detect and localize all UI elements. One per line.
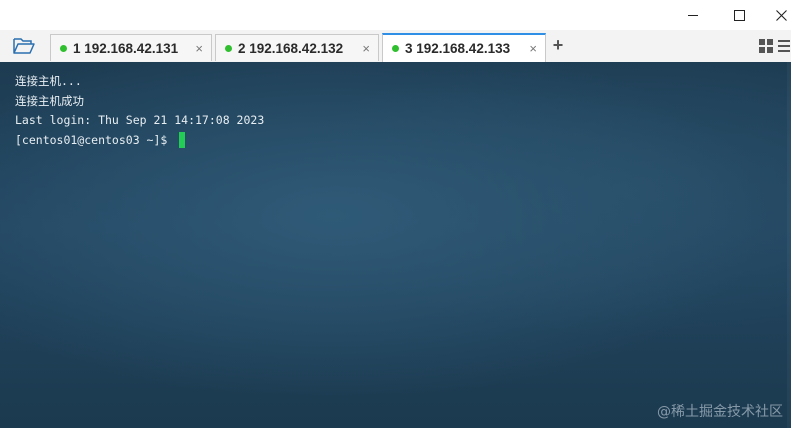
terminal-prompt: [centos01@centos03 ~]$ [15,132,175,147]
close-window-button[interactable] [758,0,791,30]
tab-close-icon[interactable]: × [195,41,203,56]
terminal-pane[interactable]: 连接主机... 连接主机成功 Last login: Thu Sep 21 14… [0,62,791,428]
list-layout-button[interactable] [778,39,790,53]
tab-close-icon[interactable]: × [362,41,370,56]
tab-session-1[interactable]: 1 192.168.42.131 × [50,34,212,61]
list-layout-icon [778,40,790,52]
terminal-line: 连接主机成功 [15,93,84,108]
title-bar [0,0,791,30]
terminal-scrollbar[interactable] [787,62,791,428]
tab-bar: 1 192.168.42.131 × 2 192.168.42.132 × 3 … [0,30,791,62]
minimize-icon [688,14,698,16]
terminal-output: 连接主机... 连接主机成功 Last login: Thu Sep 21 14… [15,72,264,150]
status-dot-icon [225,44,232,52]
watermark: @稀土掘金技术社区 [657,404,783,420]
minimize-button[interactable] [670,0,716,30]
terminal-cursor [179,132,186,149]
tab-close-icon[interactable]: × [529,41,537,56]
maximize-icon [733,9,745,21]
open-session-button[interactable] [12,36,36,56]
tab-label: 2 192.168.42.132 [238,40,344,56]
tab-session-3[interactable]: 3 192.168.42.133 × [382,33,546,62]
terminal-line: 连接主机... [15,74,82,88]
folder-open-icon [13,38,35,54]
maximize-button[interactable] [716,0,762,30]
new-tab-button[interactable]: + [550,36,566,54]
terminal-prompt-line: [centos01@centos03 ~]$ [15,131,264,151]
grid-layout-icon [759,39,773,53]
close-icon [775,9,787,21]
terminal-line: Last login: Thu Sep 21 14:17:08 2023 [15,113,265,127]
tab-session-2[interactable]: 2 192.168.42.132 × [215,34,379,61]
grid-layout-button[interactable] [759,39,773,53]
tab-label: 3 192.168.42.133 [405,41,511,56]
status-dot-icon [392,45,399,52]
status-dot-icon [60,44,67,52]
tab-label: 1 192.168.42.131 [73,40,179,56]
